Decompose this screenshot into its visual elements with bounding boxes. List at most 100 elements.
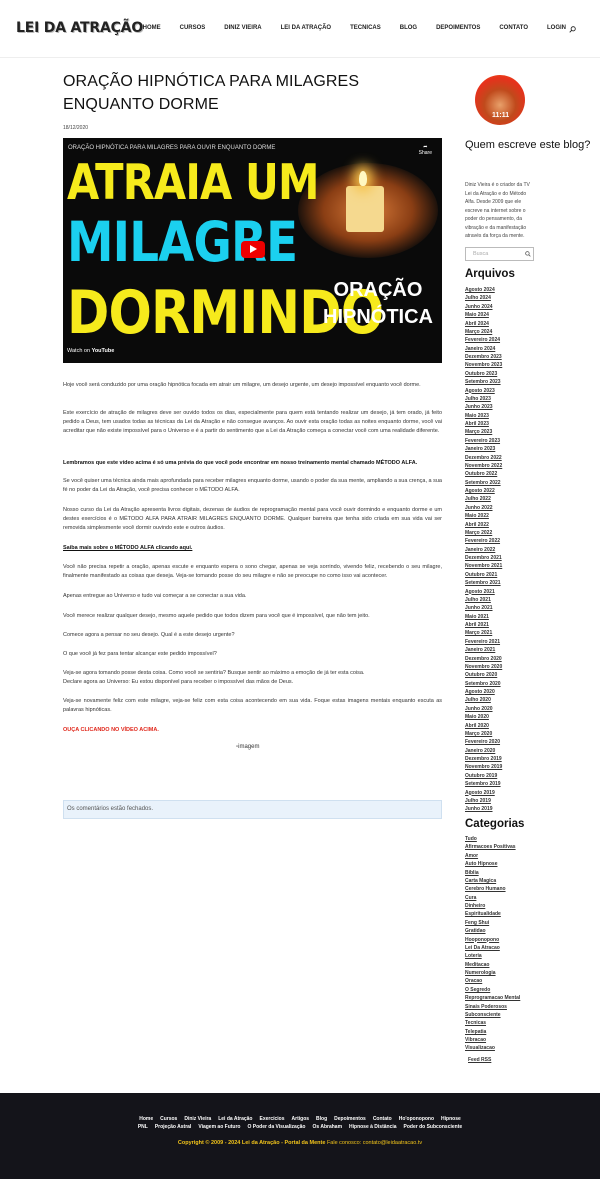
archive-link[interactable]: Abril 2021 bbox=[465, 621, 502, 629]
archive-link[interactable]: Novembro 2022 bbox=[465, 462, 502, 470]
category-link[interactable]: Carta Magica bbox=[465, 877, 520, 885]
archive-link[interactable]: Agosto 2023 bbox=[465, 387, 502, 395]
nav-tecnicas[interactable]: TECNICAS bbox=[350, 25, 381, 31]
share-button[interactable]: ➦ Share bbox=[419, 144, 432, 156]
archive-link[interactable]: Maio 2024 bbox=[465, 311, 502, 319]
archive-link[interactable]: Março 2020 bbox=[465, 730, 502, 738]
footer-link[interactable]: Hipnose à Distância bbox=[349, 1124, 397, 1130]
archive-link[interactable]: Dezembro 2020 bbox=[465, 655, 502, 663]
archive-link[interactable]: Março 2023 bbox=[465, 428, 502, 436]
search-icon[interactable] bbox=[525, 251, 531, 257]
footer-link[interactable]: PNL bbox=[138, 1124, 148, 1130]
contact-text[interactable]: Fale conosco: contato@leidaatracao.tv bbox=[327, 1140, 422, 1146]
footer-link[interactable]: Hipnose bbox=[441, 1116, 461, 1122]
archive-link[interactable]: Janeiro 2024 bbox=[465, 345, 502, 353]
nav-blog[interactable]: BLOG bbox=[400, 25, 417, 31]
footer-link[interactable]: O Poder da Visualização bbox=[247, 1124, 305, 1130]
archive-link[interactable]: Outubro 2022 bbox=[465, 470, 502, 478]
archive-link[interactable]: Junho 2020 bbox=[465, 705, 502, 713]
archive-link[interactable]: Janeiro 2021 bbox=[465, 646, 502, 654]
archive-link[interactable]: Junho 2019 bbox=[465, 805, 502, 813]
archive-link[interactable]: Maio 2021 bbox=[465, 613, 502, 621]
nav-depoimentos[interactable]: DEPOIMENTOS bbox=[436, 25, 480, 31]
archive-link[interactable]: Julho 2021 bbox=[465, 596, 502, 604]
video-title[interactable]: ORAÇÃO HIPNÓTICA PARA MILAGRES PARA OUVI… bbox=[68, 145, 275, 151]
category-link[interactable]: Auto Hipnose bbox=[465, 860, 520, 868]
footer-link[interactable]: Depoimentos bbox=[334, 1116, 366, 1122]
archive-link[interactable]: Fevereiro 2022 bbox=[465, 537, 502, 545]
archive-link[interactable]: Janeiro 2022 bbox=[465, 546, 502, 554]
archive-link[interactable]: Agosto 2019 bbox=[465, 789, 502, 797]
archive-link[interactable]: Junho 2021 bbox=[465, 604, 502, 612]
category-link[interactable]: Tudo bbox=[465, 835, 520, 843]
nav-login[interactable]: LOGIN bbox=[547, 25, 566, 31]
archive-link[interactable]: Agosto 2022 bbox=[465, 487, 502, 495]
footer-link[interactable]: Artigos bbox=[292, 1116, 310, 1122]
archive-link[interactable]: Junho 2023 bbox=[465, 403, 502, 411]
category-link[interactable]: Feng Shui bbox=[465, 919, 520, 927]
category-link[interactable]: Cura bbox=[465, 894, 520, 902]
nav-cursos[interactable]: CURSOS bbox=[180, 25, 206, 31]
footer-link[interactable]: Ho'oponopono bbox=[399, 1116, 434, 1122]
category-link[interactable]: Subconsciente bbox=[465, 1011, 520, 1019]
category-link[interactable]: Visualizacao bbox=[465, 1044, 520, 1052]
archive-link[interactable]: Fevereiro 2023 bbox=[465, 437, 502, 445]
category-link[interactable]: Sinais Poderosos bbox=[465, 1003, 520, 1011]
archive-link[interactable]: Novembro 2021 bbox=[465, 562, 502, 570]
nav-home[interactable]: HOME bbox=[143, 25, 161, 31]
archive-link[interactable]: Outubro 2021 bbox=[465, 571, 502, 579]
youtube-video-player[interactable]: ORAÇÃO HIPNÓTICA PARA MILAGRES PARA OUVI… bbox=[63, 138, 442, 363]
archive-link[interactable]: Outubro 2020 bbox=[465, 671, 502, 679]
archive-link[interactable]: Março 2024 bbox=[465, 328, 502, 336]
nav-contato[interactable]: CONTATO bbox=[499, 25, 528, 31]
archive-link[interactable]: Novembro 2020 bbox=[465, 663, 502, 671]
archive-link[interactable]: Setembro 2021 bbox=[465, 579, 502, 587]
play-button-icon[interactable] bbox=[241, 241, 265, 258]
archive-link[interactable]: Setembro 2022 bbox=[465, 479, 502, 487]
feed-rss-link[interactable]: Feed RSS bbox=[468, 1057, 491, 1063]
category-link[interactable]: Lei Da Atracao bbox=[465, 944, 520, 952]
category-link[interactable]: Oracao bbox=[465, 977, 520, 985]
archive-link[interactable]: Julho 2019 bbox=[465, 797, 502, 805]
footer-link[interactable]: Cursos bbox=[160, 1116, 177, 1122]
archive-link[interactable]: Dezembro 2023 bbox=[465, 353, 502, 361]
category-link[interactable]: Vibracao bbox=[465, 1036, 520, 1044]
footer-link[interactable]: Lei da Atração bbox=[218, 1116, 252, 1122]
archive-link[interactable]: Junho 2022 bbox=[465, 504, 502, 512]
archive-link[interactable]: Março 2021 bbox=[465, 629, 502, 637]
archive-link[interactable]: Abril 2022 bbox=[465, 521, 502, 529]
footer-link[interactable]: Home bbox=[139, 1116, 153, 1122]
footer-link[interactable]: Blog bbox=[316, 1116, 327, 1122]
category-link[interactable]: Cerebro Humano bbox=[465, 885, 520, 893]
archive-link[interactable]: Agosto 2020 bbox=[465, 688, 502, 696]
watch-on-youtube[interactable]: Watch on YouTube bbox=[67, 348, 114, 354]
archive-link[interactable]: Setembro 2019 bbox=[465, 780, 502, 788]
category-link[interactable]: Hooponopono bbox=[465, 936, 520, 944]
footer-link[interactable]: Poder do Subconsciente bbox=[404, 1124, 463, 1130]
footer-link[interactable]: Exercícios bbox=[260, 1116, 285, 1122]
archive-link[interactable]: Julho 2020 bbox=[465, 696, 502, 704]
archive-link[interactable]: Setembro 2023 bbox=[465, 378, 502, 386]
archive-link[interactable]: Outubro 2019 bbox=[465, 772, 502, 780]
archive-link[interactable]: Maio 2023 bbox=[465, 412, 502, 420]
archive-link[interactable]: Fevereiro 2024 bbox=[465, 336, 502, 344]
footer-link[interactable]: Viagem ao Futuro bbox=[198, 1124, 240, 1130]
category-link[interactable]: Espiritualidade bbox=[465, 910, 520, 918]
archive-link[interactable]: Agosto 2024 bbox=[465, 286, 502, 294]
saiba-mais-link[interactable]: Saiba mais sobre o MÉTODO ALFA clicando … bbox=[63, 544, 442, 553]
category-link[interactable]: Afirmacoes Positivas bbox=[465, 843, 520, 851]
category-link[interactable]: Numerologia bbox=[465, 969, 520, 977]
archive-link[interactable]: Julho 2024 bbox=[465, 294, 502, 302]
category-link[interactable]: Dinheiro bbox=[465, 902, 520, 910]
archive-link[interactable]: Abril 2023 bbox=[465, 420, 502, 428]
category-link[interactable]: Reprogramacao Mental bbox=[465, 994, 520, 1002]
archive-link[interactable]: Outubro 2023 bbox=[465, 370, 502, 378]
footer-link[interactable]: Contato bbox=[373, 1116, 392, 1122]
category-link[interactable]: Telepatia bbox=[465, 1028, 520, 1036]
archive-link[interactable]: Maio 2022 bbox=[465, 512, 502, 520]
archive-link[interactable]: Abril 2024 bbox=[465, 320, 502, 328]
category-link[interactable]: Bíblia bbox=[465, 869, 520, 877]
archive-link[interactable]: Agosto 2021 bbox=[465, 588, 502, 596]
search-icon[interactable] bbox=[569, 26, 576, 33]
category-link[interactable]: Meditacao bbox=[465, 961, 520, 969]
